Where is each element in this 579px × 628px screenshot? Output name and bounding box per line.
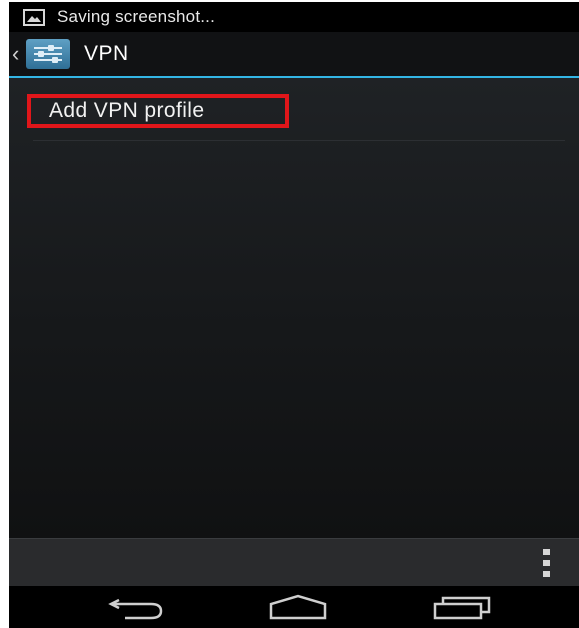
- vpn-settings-list: Add VPN profile: [9, 78, 579, 540]
- overflow-menu-icon[interactable]: [541, 549, 551, 577]
- back-arrow-icon[interactable]: [107, 592, 169, 627]
- list-divider: [33, 140, 565, 141]
- page-title: VPN: [84, 42, 129, 65]
- home-icon[interactable]: [267, 592, 329, 627]
- recent-apps-icon[interactable]: [429, 592, 495, 627]
- android-screen: Saving screenshot... ‹ VPN Add VPN profi…: [9, 2, 579, 628]
- status-bar: Saving screenshot...: [9, 2, 579, 32]
- action-bar: ‹ VPN: [9, 32, 579, 76]
- navigation-bar: [9, 586, 579, 628]
- status-notification-text: Saving screenshot...: [57, 7, 216, 26]
- add-vpn-profile-label: Add VPN profile: [49, 99, 205, 122]
- chevron-left-icon[interactable]: ‹: [12, 43, 24, 65]
- add-vpn-profile-button[interactable]: Add VPN profile: [27, 94, 289, 128]
- settings-sliders-icon[interactable]: [26, 39, 70, 69]
- image-icon: [23, 8, 45, 26]
- bottom-action-bar: [9, 538, 579, 587]
